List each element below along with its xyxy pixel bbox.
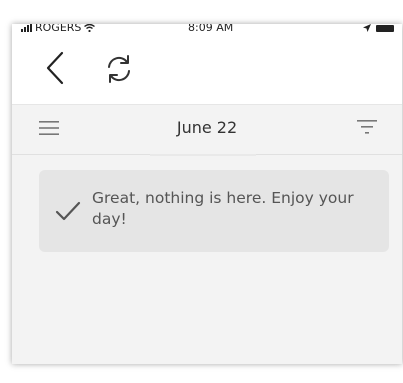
status-bar: ROGERS 8:09 AM <box>12 24 402 38</box>
date-header: June 22 <box>12 105 402 153</box>
filter-icon[interactable] <box>356 119 378 135</box>
date-title: June 22 <box>176 118 238 137</box>
refresh-button[interactable] <box>104 54 134 84</box>
empty-state-card: Great, nothing is here. Enjoy your day! <box>39 170 389 252</box>
status-time: 8:09 AM <box>188 24 234 34</box>
checkmark-icon <box>55 201 81 221</box>
empty-state-message: Great, nothing is here. Enjoy your day! <box>92 189 354 228</box>
app-screen: ROGERS 8:09 AM June 22 Great, nothing is… <box>12 24 402 364</box>
status-right-group <box>363 24 394 32</box>
date-tab-indicator <box>150 154 256 156</box>
carrier-group: ROGERS <box>21 24 96 34</box>
back-button[interactable] <box>40 50 70 86</box>
battery-icon <box>376 24 394 32</box>
signal-icon <box>21 24 32 32</box>
nav-bar <box>12 38 402 104</box>
location-arrow-icon <box>363 24 371 32</box>
wifi-icon <box>84 24 96 32</box>
carrier-name: ROGERS <box>35 24 82 34</box>
